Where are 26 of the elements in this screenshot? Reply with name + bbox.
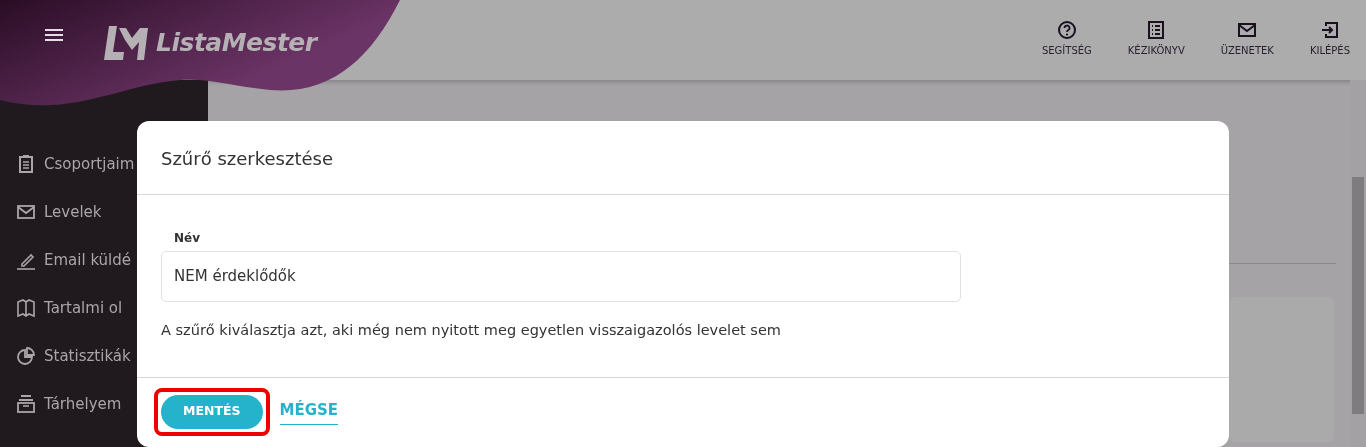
name-field[interactable]: NEM érdeklődők bbox=[161, 250, 961, 302]
logo-text: ListaMester bbox=[156, 27, 317, 59]
header-action-button[interactable]: SEGÍTSÉG bbox=[1041, 20, 1108, 58]
exit-icon bbox=[1319, 20, 1340, 40]
book-icon bbox=[16, 298, 36, 318]
pie-chart-icon bbox=[16, 346, 36, 366]
sidebar-item[interactable]: Email küldé bbox=[44, 248, 132, 272]
header-action-button[interactable]: KÉZIKÖNYV bbox=[1127, 20, 1201, 58]
sidebar-item[interactable]: Csoportjaim bbox=[44, 152, 135, 176]
logo-icon bbox=[104, 25, 148, 60]
sidebar-item[interactable]: Statisztikák bbox=[44, 344, 131, 368]
sidebar-item[interactable]: Levelek bbox=[44, 200, 102, 224]
field-label: Név bbox=[174, 229, 200, 247]
envelope-icon bbox=[1237, 20, 1258, 40]
clipboard-icon bbox=[16, 154, 36, 174]
header-action-button[interactable]: KILÉPÉS bbox=[1309, 20, 1366, 58]
help-text: A szűrő kiválasztja azt, aki még nem nyitott meg egyetlen visszaigazolós levelet sem bbox=[161, 320, 782, 340]
sidebar-item[interactable]: Tartalmi ol bbox=[44, 296, 123, 320]
modal-title: Szűrő szerkesztése bbox=[137, 121, 1229, 195]
envelope-icon bbox=[16, 202, 36, 222]
header-action-button[interactable]: ÜZENETEK bbox=[1220, 20, 1290, 58]
tray-icon bbox=[16, 394, 36, 414]
menu-icon[interactable] bbox=[44, 28, 64, 42]
help-icon bbox=[1056, 20, 1077, 40]
list-icon bbox=[1146, 20, 1167, 40]
sidebar-item[interactable]: Tárhelyem bbox=[44, 392, 122, 416]
